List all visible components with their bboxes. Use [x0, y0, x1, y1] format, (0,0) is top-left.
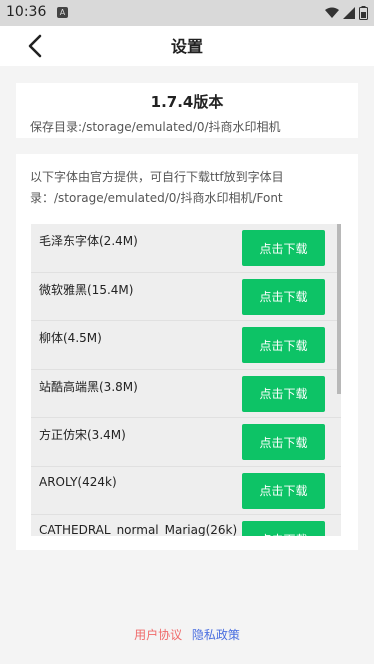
wifi-icon — [325, 7, 339, 18]
font-name: 柳体(4.5M) — [39, 331, 102, 345]
list-scrollbar[interactable] — [337, 224, 341, 394]
fonts-description: 以下字体由官方提供，可自行下载ttf放到字体目录：/storage/emulat… — [30, 170, 284, 205]
font-row: CATHEDRAL_normal_Mariag(26k) 点击下载 — [31, 515, 341, 536]
version-card: 1.7.4版本 保存目录:/storage/emulated/0/抖商水印相机 — [16, 83, 358, 138]
font-name: 方正仿宋(3.4M) — [39, 428, 126, 442]
app-header: 设置 — [0, 26, 374, 66]
font-name: AROLY(424k) — [39, 474, 117, 489]
download-button[interactable]: 点击下载 — [242, 327, 325, 363]
font-name: CATHEDRAL_normal_Mariag(26k) — [39, 523, 238, 536]
battery-icon — [359, 6, 368, 20]
font-name: 站酷高端黑(3.8M) — [39, 379, 138, 394]
page-title: 设置 — [170, 37, 203, 56]
font-row: AROLY(424k) 点击下载 — [31, 467, 341, 515]
version-label: 1.7.4版本 — [150, 93, 224, 111]
fonts-card: 以下字体由官方提供，可自行下载ttf放到字体目录：/storage/emulat… — [16, 154, 358, 550]
download-button[interactable]: 点击下载 — [242, 230, 325, 266]
font-row: 站酷高端黑(3.8M) 点击下载 — [31, 370, 341, 418]
font-row: 毛泽东字体(2.4M) 点击下载 — [31, 224, 341, 273]
font-row: 柳体(4.5M) 点击下载 — [31, 321, 341, 370]
font-name: 毛泽东字体(2.4M) — [39, 234, 138, 248]
signal-icon — [343, 7, 355, 19]
notification-icon: A — [57, 7, 68, 18]
download-button[interactable]: 点击下载 — [242, 472, 325, 509]
download-button[interactable]: 点击下载 — [242, 424, 325, 460]
status-bar: 10:36 A — [0, 0, 374, 26]
font-row: 方正仿宋(3.4M) 点击下载 — [31, 418, 341, 467]
user-agreement-link[interactable]: 用户协议 — [134, 628, 182, 642]
download-button[interactable]: 点击下载 — [242, 521, 325, 536]
font-list[interactable]: 毛泽东字体(2.4M) 点击下载 微软雅黑(15.4M) 点击下载 柳体(4.5… — [31, 224, 341, 536]
font-row: 微软雅黑(15.4M) 点击下载 — [31, 273, 341, 321]
privacy-policy-link[interactable]: 隐私政策 — [192, 628, 240, 642]
download-button[interactable]: 点击下载 — [242, 375, 325, 412]
download-button[interactable]: 点击下载 — [242, 278, 325, 315]
font-name: 微软雅黑(15.4M) — [39, 282, 134, 297]
status-time: 10:36 — [6, 4, 47, 20]
footer-links: 用户协议 隐私政策 — [0, 626, 374, 643]
status-icons — [325, 6, 368, 20]
save-path-label: 保存目录:/storage/emulated/0/抖商水印相机 — [30, 120, 281, 134]
